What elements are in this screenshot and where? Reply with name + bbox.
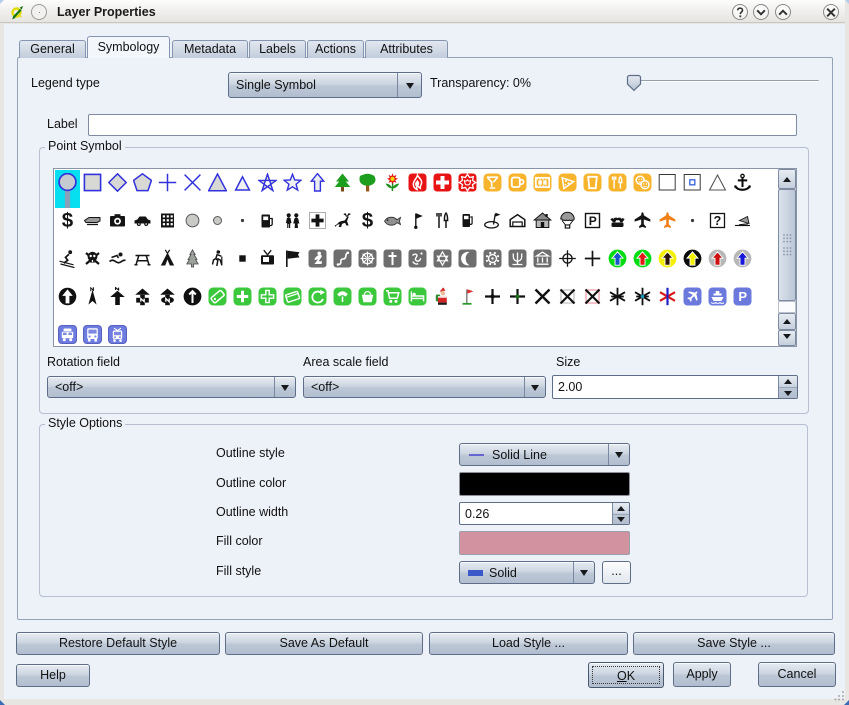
- svg-text:$: $: [62, 211, 74, 230]
- svg-text:?: ?: [714, 214, 722, 228]
- svg-text:P: P: [589, 214, 597, 228]
- svg-text:P: P: [738, 289, 747, 304]
- svg-text:$: $: [362, 211, 374, 230]
